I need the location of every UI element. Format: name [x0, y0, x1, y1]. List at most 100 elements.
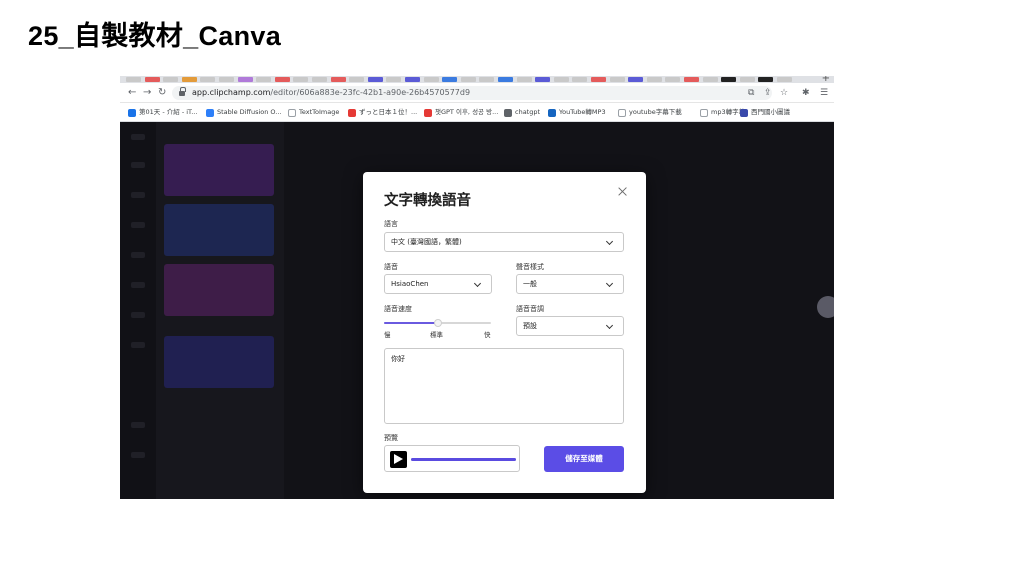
bookmark-label: chatgpt: [515, 108, 541, 116]
play-icon[interactable]: [390, 451, 407, 468]
address-bar[interactable]: app.clipchamp.com/editor/606a883e-23fc-4…: [172, 86, 772, 100]
preview-label: 預覽: [384, 434, 398, 442]
bookmark-label: youtube字幕下載: [629, 108, 682, 116]
bookmark-item[interactable]: 챗GPT 이후, 성공 방...: [424, 107, 498, 118]
browser-tab[interactable]: [256, 77, 272, 82]
speed-slider-thumb[interactable]: [433, 319, 442, 327]
bookmark-favicon-icon: [504, 108, 512, 117]
speed-slow-label: 慢: [384, 331, 391, 339]
browser-tab[interactable]: [144, 77, 160, 82]
bookmark-item[interactable]: youtube字幕下載: [618, 107, 682, 118]
bookmark-label: 第01天 - 介紹 - iT...: [139, 108, 198, 116]
browser-tab[interactable]: [219, 77, 234, 82]
bookmark-favicon-icon: [348, 108, 356, 117]
speed-label: 語音速度: [384, 305, 412, 313]
bookmark-item[interactable]: mp3轉字幕: [700, 107, 745, 118]
browser-tab[interactable]: [702, 77, 718, 82]
browser-tab[interactable]: [442, 77, 458, 82]
screenshot: + ← → ↻ app.clipchamp.com/editor/606a883…: [120, 76, 834, 499]
browser-tab[interactable]: [535, 77, 551, 82]
dialog-title: 文字轉換語音: [384, 193, 471, 209]
save-to-media-button[interactable]: 儲存至媒體: [544, 446, 624, 472]
language-label: 語言: [384, 220, 398, 228]
chevron-down-icon: [605, 279, 614, 288]
voice-select[interactable]: HsiaoChen: [384, 274, 492, 294]
browser-tab[interactable]: [349, 77, 365, 82]
browser-tab[interactable]: [367, 77, 383, 82]
star-icon[interactable]: ☆: [780, 87, 788, 99]
preview-progress-fill: [411, 458, 516, 461]
browser-tab-strip: +: [120, 76, 834, 84]
browser-tab[interactable]: [181, 77, 197, 82]
browser-tab[interactable]: [126, 77, 141, 82]
browser-tab[interactable]: [553, 77, 569, 82]
browser-tab[interactable]: [274, 77, 290, 82]
browser-toolbar: ← → ↻ app.clipchamp.com/editor/606a883e-…: [120, 83, 834, 103]
browser-tab[interactable]: [330, 77, 346, 82]
bookmark-item[interactable]: YouTube轉MP3: [548, 107, 606, 118]
browser-tab[interactable]: [498, 77, 513, 82]
browser-tab[interactable]: [646, 77, 662, 82]
bookmark-item[interactable]: 第01天 - 介紹 - iT...: [128, 107, 197, 118]
preview-progress-bar[interactable]: [411, 458, 516, 461]
browser-tab[interactable]: [386, 77, 402, 82]
browser-tab[interactable]: [460, 77, 476, 82]
browser-tab[interactable]: [628, 77, 644, 82]
bookmark-label: 챗GPT 이후, 성공 방...: [435, 108, 499, 116]
browser-tab[interactable]: [293, 77, 309, 82]
close-icon[interactable]: [617, 186, 629, 198]
speed-normal-label: 標準: [430, 331, 443, 339]
bookmark-favicon-icon: [740, 108, 748, 117]
preview-player: [384, 445, 520, 472]
share-icon[interactable]: ⇪: [764, 87, 772, 99]
reload-icon[interactable]: ↻: [158, 86, 166, 100]
back-icon[interactable]: ←: [128, 86, 136, 100]
browser-tab[interactable]: [163, 77, 179, 82]
lock-icon: [179, 87, 186, 96]
browser-tab[interactable]: [312, 77, 327, 82]
pitch-select[interactable]: 預設: [516, 316, 624, 336]
browser-tab[interactable]: [479, 77, 495, 82]
browser-tab[interactable]: [739, 77, 755, 82]
browser-tab[interactable]: [237, 77, 253, 82]
voice-style-select[interactable]: 一般: [516, 274, 624, 294]
bookmark-label: YouTube轉MP3: [559, 108, 606, 116]
browser-tab[interactable]: [684, 77, 699, 82]
side-button[interactable]: [817, 296, 834, 318]
chevron-down-icon: [473, 279, 482, 288]
slide-title: 25_自製教材_Canva: [28, 21, 282, 51]
bookmark-item[interactable]: Stable Diffusion O...: [206, 107, 281, 118]
bookmark-item[interactable]: 西門國小圖議: [740, 107, 790, 118]
voice-label: 語音: [384, 263, 398, 271]
reading-list-icon[interactable]: ☰: [820, 87, 828, 99]
browser-tab[interactable]: [591, 77, 606, 82]
bookmark-item[interactable]: TextToImage: [288, 107, 339, 118]
browser-tab[interactable]: [516, 77, 532, 82]
language-select[interactable]: 中文 (臺灣國語，繁體): [384, 232, 624, 252]
chevron-down-icon: [605, 321, 614, 330]
speed-slider[interactable]: [384, 319, 491, 327]
speech-text-input[interactable]: 你好: [384, 348, 624, 424]
extensions-icon[interactable]: ✱: [802, 87, 810, 99]
bookmark-label: 西門國小圖議: [751, 108, 790, 116]
bookmark-favicon-icon: [424, 108, 432, 117]
bookmark-item[interactable]: ずっと日本１位！...: [348, 107, 417, 118]
browser-tab[interactable]: [572, 77, 588, 82]
browser-tab[interactable]: [721, 77, 737, 82]
speed-fast-label: 快: [484, 331, 491, 339]
browser-tab[interactable]: [423, 77, 439, 82]
speed-slider-fill: [384, 322, 438, 324]
bookmark-favicon-icon: [700, 108, 708, 117]
browser-tab[interactable]: [665, 77, 681, 82]
browser-tab[interactable]: [200, 77, 216, 82]
bookmark-label: TextToImage: [299, 108, 340, 116]
voice-style-label: 聲音樣式: [516, 263, 544, 271]
bookmark-item[interactable]: chatgpt: [504, 107, 540, 118]
browser-tab[interactable]: [405, 77, 420, 82]
browser-tab[interactable]: [609, 77, 625, 82]
browser-tab[interactable]: [777, 77, 792, 82]
browser-tab[interactable]: [758, 77, 774, 82]
url-text: app.clipchamp.com/editor/606a883e-23fc-4…: [192, 88, 471, 97]
install-icon[interactable]: ⧉: [748, 87, 754, 99]
forward-icon[interactable]: →: [143, 86, 151, 100]
